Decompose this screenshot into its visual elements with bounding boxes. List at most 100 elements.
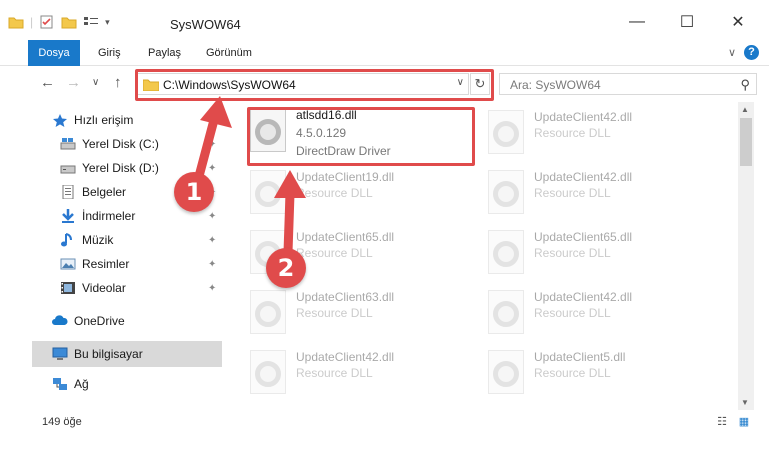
sidebar-item-drive-d[interactable]: Yerel Disk (D:) [60, 157, 159, 179]
file-description: Resource DLL [534, 366, 611, 380]
tab-view[interactable]: Görünüm [196, 40, 262, 66]
file-name: UpdateClient65.dll [296, 230, 395, 244]
maximize-button[interactable]: ☐ [667, 10, 707, 34]
sidebar-item-documents[interactable]: Belgeler [60, 181, 126, 203]
item-count: 149 öğe [42, 416, 82, 428]
sidebar-item-pictures[interactable]: Resimler [60, 253, 129, 275]
tab-home[interactable]: Giriş [88, 40, 131, 66]
file-description: Resource DLL [534, 186, 611, 200]
dll-file-icon [250, 350, 286, 394]
dll-file-icon [488, 230, 524, 274]
drive-icon [60, 161, 76, 175]
search-placeholder: Ara: SysWOW64 [510, 78, 601, 92]
pin-icon: ✦ [208, 211, 217, 222]
recent-locations-chevron-icon[interactable]: ∨ [92, 77, 99, 88]
sidebar-item-music[interactable]: Müzik [60, 229, 113, 251]
close-button[interactable]: ✕ [718, 10, 758, 34]
up-arrow-icon[interactable]: ↑ [114, 74, 122, 91]
sidebar-item-label: Hızlı erişim [74, 113, 134, 127]
sidebar-item-label: İndirmeler [82, 209, 136, 223]
downloads-icon [60, 209, 76, 223]
file-description: Resource DLL [296, 186, 373, 200]
file-description: Resource DLL [534, 306, 611, 320]
documents-icon [60, 184, 76, 200]
drive-icon [60, 137, 76, 151]
properties-icon[interactable] [39, 15, 55, 29]
network-icon [52, 377, 68, 391]
file-item[interactable]: UpdateClient42.dll Resource DLL [478, 106, 708, 164]
file-name: UpdateClient19.dll [296, 170, 395, 184]
help-icon[interactable]: ? [744, 45, 759, 60]
sidebar-item-label: OneDrive [74, 314, 125, 328]
file-name: UpdateClient42.dll [534, 290, 633, 304]
back-arrow-icon[interactable]: ← [40, 74, 55, 91]
pin-icon: ✦ [208, 283, 217, 294]
sidebar-item-label: Resimler [82, 257, 130, 271]
file-name: UpdateClient42.dll [534, 170, 633, 184]
expand-ribbon-chevron-icon[interactable]: ∨ [728, 46, 736, 59]
sidebar-item-network[interactable]: Ağ [52, 373, 89, 395]
file-item[interactable]: UpdateClient63.dll Resource DLL [240, 286, 470, 344]
file-description: Resource DLL [296, 246, 373, 260]
file-description: Resource DLL [534, 126, 611, 140]
pin-icon: ✦ [208, 163, 217, 174]
search-input[interactable]: Ara: SysWOW64 ⚲ [499, 73, 757, 95]
address-bar-highlight [135, 69, 494, 101]
sidebar-item-videos[interactable]: Videolar [60, 277, 126, 299]
tab-share[interactable]: Paylaş [138, 40, 191, 66]
file-name: UpdateClient65.dll [534, 230, 633, 244]
file-name: UpdateClient5.dll [534, 350, 626, 364]
search-icon[interactable]: ⚲ [740, 77, 750, 93]
dll-file-icon [250, 170, 286, 214]
separator: | [30, 15, 34, 29]
dll-file-icon [488, 170, 524, 214]
sidebar-item-quick-access[interactable]: Hızlı erişim [52, 109, 133, 131]
ribbon-tabs: Dosya Giriş Paylaş Görünüm ∨ ? [0, 40, 769, 66]
title-bar: | ▾ SysWOW64 — ☐ ✕ [0, 0, 769, 40]
customize-toolbar-chevron-icon[interactable]: ▾ [105, 17, 110, 28]
step-2-badge: 2 [266, 248, 306, 288]
minimize-button[interactable]: — [617, 10, 657, 34]
sidebar-item-downloads[interactable]: İndirmeler [60, 205, 135, 227]
dll-file-icon [488, 350, 524, 394]
window-title: SysWOW64 [170, 17, 241, 32]
pin-icon: ✦ [208, 139, 217, 150]
quick-access-toolbar: | ▾ [8, 15, 110, 29]
forward-arrow-icon[interactable]: → [66, 74, 81, 91]
file-item[interactable]: UpdateClient42.dll Resource DLL [478, 286, 708, 344]
file-highlight [247, 107, 475, 166]
videos-icon [60, 281, 76, 295]
sidebar-item-label: Yerel Disk (C:) [82, 137, 159, 151]
file-description: Resource DLL [296, 366, 373, 380]
star-icon [52, 113, 68, 127]
sidebar-item-this-pc[interactable]: Bu bilgisayar [52, 343, 143, 365]
file-description: Resource DLL [534, 246, 611, 260]
tiles-view-icon[interactable]: ▦ [736, 415, 752, 429]
status-bar: 149 öğe ☷ ▦ [0, 410, 769, 434]
vertical-scrollbar[interactable]: ▲ ▼ [738, 102, 754, 410]
scroll-down-icon[interactable]: ▼ [741, 398, 749, 407]
view-options-icon[interactable] [83, 15, 99, 29]
bottom-margin [0, 434, 769, 466]
sidebar-item-label: Ağ [74, 377, 89, 391]
file-name: UpdateClient42.dll [296, 350, 395, 364]
music-icon [60, 233, 76, 247]
file-name: UpdateClient42.dll [534, 110, 633, 124]
sidebar-item-drive-c[interactable]: Yerel Disk (C:) [60, 133, 159, 155]
file-item[interactable]: UpdateClient5.dll Resource DLL [478, 346, 708, 404]
file-item[interactable]: UpdateClient42.dll Resource DLL [478, 166, 708, 224]
file-item[interactable]: UpdateClient19.dll Resource DLL [240, 166, 470, 224]
sidebar-item-label: Müzik [82, 233, 114, 247]
new-folder-icon[interactable] [61, 15, 77, 29]
dll-file-icon [488, 290, 524, 334]
scrollbar-thumb[interactable] [740, 118, 752, 166]
pin-icon: ✦ [208, 259, 217, 270]
pictures-icon [60, 257, 76, 271]
details-view-icon[interactable]: ☷ [714, 415, 730, 429]
tab-file[interactable]: Dosya [28, 40, 80, 66]
file-item[interactable]: UpdateClient42.dll Resource DLL [240, 346, 470, 404]
file-item[interactable]: UpdateClient65.dll Resource DLL [478, 226, 708, 284]
folder-icon [8, 15, 24, 29]
scroll-up-icon[interactable]: ▲ [741, 105, 749, 114]
sidebar-item-onedrive[interactable]: OneDrive [52, 310, 125, 332]
